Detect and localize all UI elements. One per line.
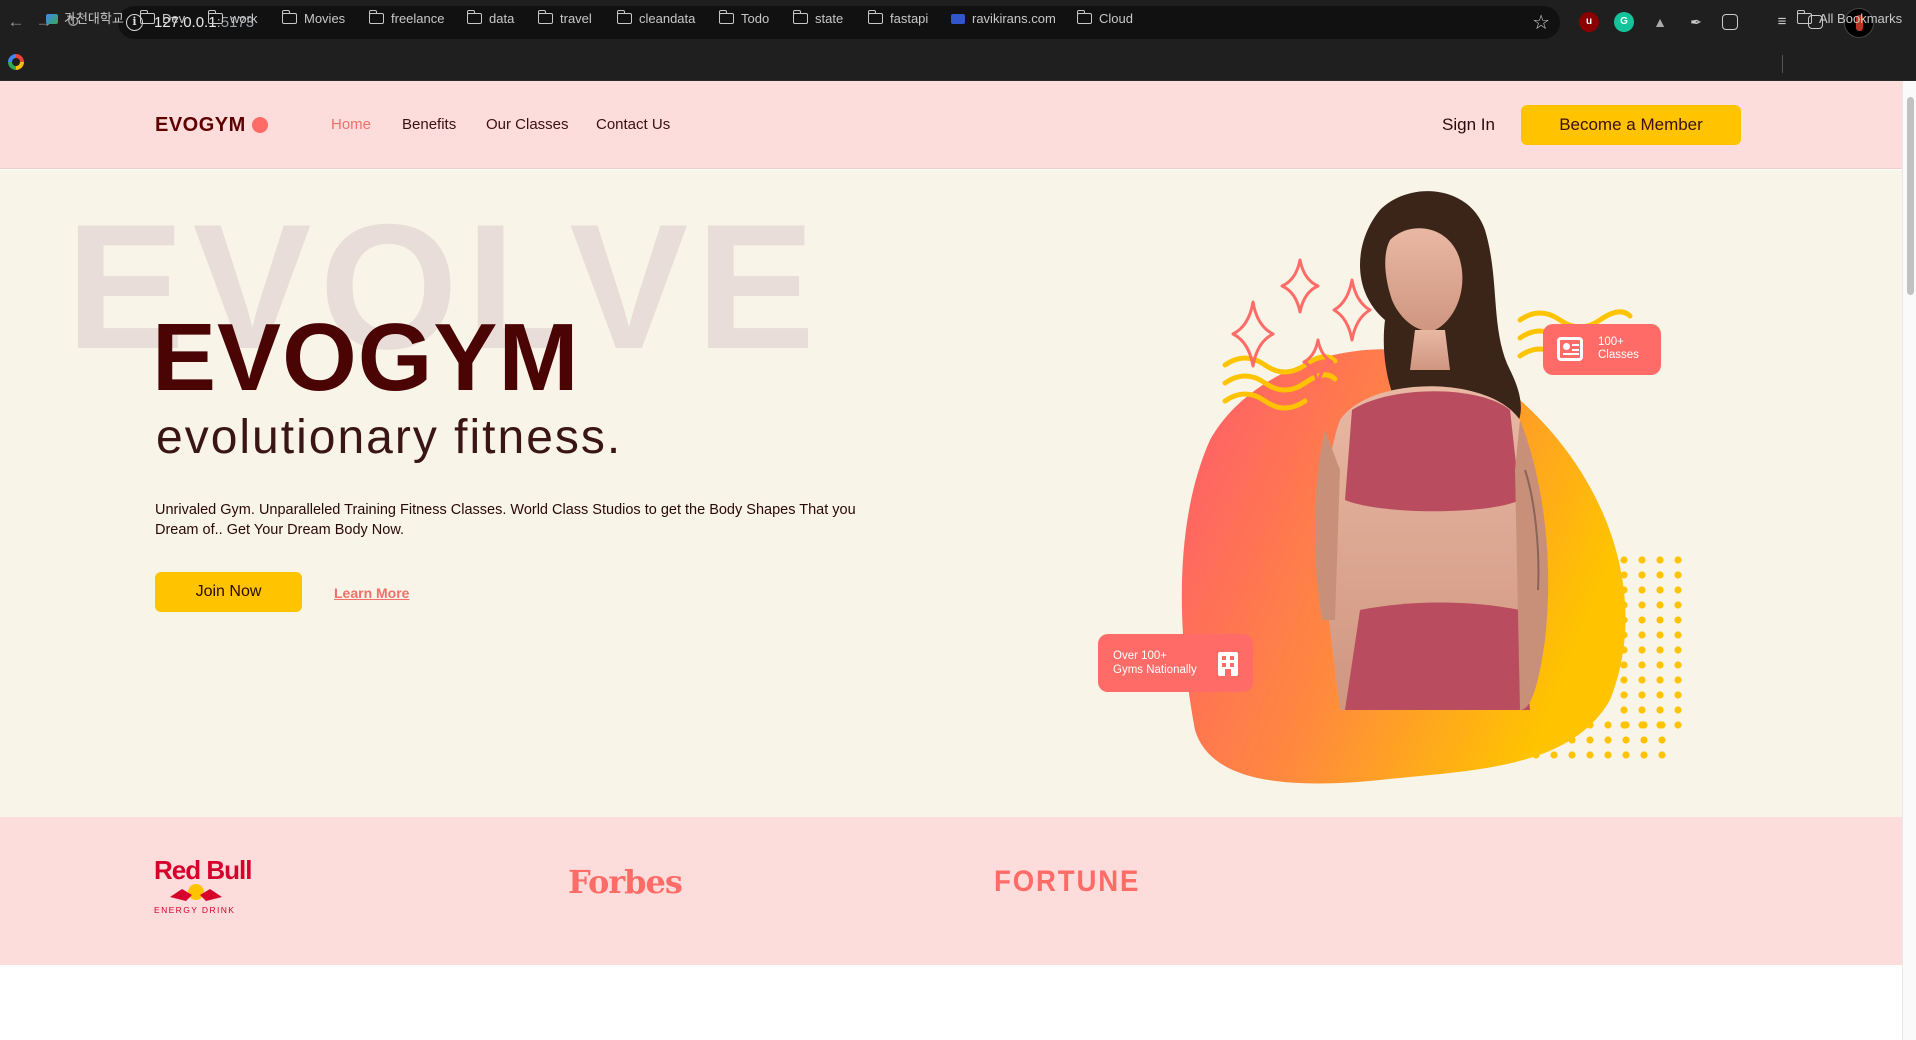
building-icon — [1218, 652, 1238, 676]
extension-icon[interactable]: ▲ — [1650, 12, 1670, 32]
site-logo[interactable]: EVOGYM — [155, 114, 246, 137]
folder-icon — [792, 10, 808, 24]
bookmark-folder-data[interactable]: data — [466, 10, 514, 28]
folder-icon — [281, 10, 297, 24]
ublock-icon[interactable]: u — [1579, 12, 1599, 32]
hero-illustration — [1181, 191, 1682, 784]
bookmark-folder-state[interactable]: state — [792, 10, 843, 28]
nav-link-our-classes[interactable]: Our Classes — [486, 116, 569, 133]
site-favicon-icon — [951, 14, 965, 24]
gyms-badge-count: Over 100+ — [1113, 650, 1168, 662]
bulls-icon — [170, 884, 222, 901]
folder-icon — [1796, 10, 1812, 24]
nav-link-home[interactable]: Home — [331, 116, 371, 133]
bookmark-folder-cleandata[interactable]: cleandata — [616, 10, 695, 28]
bookmarks-separator — [1782, 55, 1783, 73]
classes-badge-count: 100+ — [1598, 336, 1624, 348]
nav-link-contact-us[interactable]: Contact Us — [596, 116, 670, 133]
folder-icon — [616, 10, 632, 24]
folder-icon — [368, 10, 384, 24]
site-favicon-icon — [46, 14, 58, 24]
bookmark-folder-travel[interactable]: travel — [537, 10, 592, 28]
sign-in-link[interactable]: Sign In — [1442, 115, 1495, 135]
bookmark-folder-work[interactable]: work — [207, 10, 257, 28]
folder-icon — [1076, 10, 1092, 24]
id-card-icon — [1557, 337, 1583, 361]
folder-icon — [207, 10, 223, 24]
bookmark-folder-fastapi[interactable]: fastapi — [867, 10, 928, 28]
logo-dot-icon — [252, 117, 268, 133]
feather-icon[interactable]: ✒ — [1686, 12, 1706, 32]
athlete-figure — [1314, 191, 1549, 710]
gyms-badge-label: Gyms Nationally — [1113, 664, 1197, 676]
bookmark-gachon[interactable]: 가천대학교 — [46, 10, 124, 28]
sponsors-section: Red Bull ENERGY DRINK Forbes FORTUNE — [0, 817, 1902, 965]
page-scrollbar[interactable] — [1902, 81, 1916, 1040]
redbull-name: Red Bull — [154, 855, 252, 885]
page-viewport: EVOGYM Home Benefits Our Classes Contact… — [0, 81, 1902, 1040]
bookmark-folder-dev[interactable]: Dev — [139, 10, 185, 28]
hero-graphic: 100+ Classes Over 100+ Gyms Nationally — [1090, 170, 1790, 817]
folder-icon — [466, 10, 482, 24]
forbes-logo: Forbes — [568, 863, 683, 901]
google-icon[interactable] — [8, 54, 24, 70]
hero-section: EVOLVE EVOGYM evolutionary fitness. Unri… — [0, 170, 1902, 817]
classes-badge: 100+ Classes — [1543, 324, 1661, 375]
redbull-logo: Red Bull ENERGY DRINK — [154, 855, 252, 915]
classes-badge-label: Classes — [1598, 349, 1639, 361]
join-now-button[interactable]: Join Now — [155, 572, 302, 612]
bookmark-ravikirans[interactable]: ravikirans.com — [951, 10, 1056, 28]
back-arrow-icon[interactable]: ← — [6, 12, 26, 32]
puzzle-icon[interactable] — [1722, 14, 1738, 30]
redbull-subtitle: ENERGY DRINK — [154, 905, 236, 915]
bookmarks-bar — [0, 45, 1916, 81]
bookmark-folder-todo[interactable]: Todo — [718, 10, 769, 28]
scrollbar-thumb[interactable] — [1907, 97, 1914, 295]
bookmark-star-icon[interactable]: ☆ — [1532, 10, 1550, 35]
reading-list-icon[interactable]: ≡ — [1772, 12, 1792, 32]
hero-title: EVOGYM — [152, 304, 580, 411]
site-navbar: EVOGYM Home Benefits Our Classes Contact… — [0, 81, 1902, 169]
bookmark-folder-cloud[interactable]: Cloud — [1076, 10, 1133, 28]
hero-subtitle: evolutionary fitness. — [156, 411, 623, 464]
bookmark-folder-freelance[interactable]: freelance — [368, 10, 444, 28]
become-member-button[interactable]: Become a Member — [1521, 105, 1741, 145]
learn-more-link[interactable]: Learn More — [334, 585, 409, 601]
grammarly-icon[interactable]: G — [1614, 12, 1634, 32]
gyms-badge: Over 100+ Gyms Nationally — [1098, 634, 1253, 692]
nav-link-benefits[interactable]: Benefits — [402, 116, 456, 133]
fortune-logo: FORTUNE — [994, 865, 1141, 898]
folder-icon — [139, 10, 155, 24]
folder-icon — [537, 10, 553, 24]
folder-icon — [718, 10, 734, 24]
hero-description: Unrivaled Gym. Unparalleled Training Fit… — [155, 502, 856, 538]
folder-icon — [867, 10, 883, 24]
bookmark-folder-movies[interactable]: Movies — [281, 10, 345, 28]
all-bookmarks-button[interactable]: All Bookmarks — [1796, 10, 1902, 28]
